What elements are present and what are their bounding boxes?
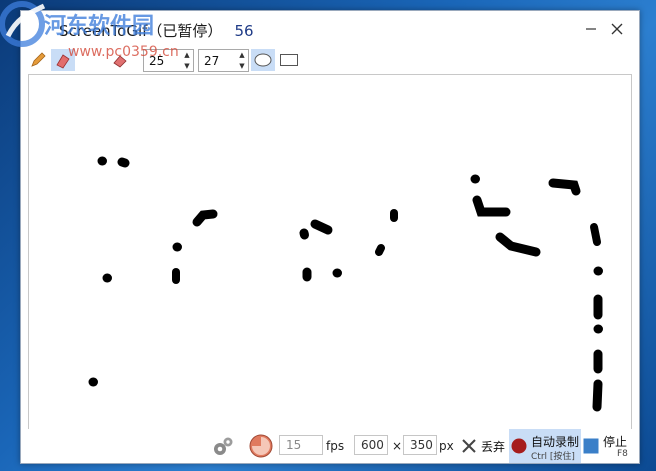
record-button[interactable]: 自动录制 Ctrl [按住] bbox=[509, 429, 581, 463]
ellipse-icon bbox=[254, 53, 272, 67]
frame-count: 56 bbox=[234, 22, 254, 40]
minimize-icon bbox=[586, 28, 596, 30]
minimize-button[interactable] bbox=[579, 17, 603, 41]
down-arrow-icon[interactable]: ▼ bbox=[184, 62, 189, 70]
times-sign: × bbox=[392, 439, 403, 453]
eraser-icon bbox=[113, 55, 127, 68]
stop-label: 停止 bbox=[603, 435, 628, 449]
drawing-toolbar: 25 ▲ ▼ 27 ▲ ▼ bbox=[21, 47, 639, 75]
down-arrow-icon[interactable]: ▼ bbox=[239, 62, 244, 70]
stop-button[interactable]: 停止 F8 bbox=[583, 429, 635, 463]
window-title: ScreenToGif（已暂停） 56 bbox=[59, 20, 254, 41]
record-dot-icon bbox=[511, 438, 527, 454]
close-button[interactable] bbox=[605, 17, 629, 41]
drawing-strokes bbox=[88, 156, 603, 412]
snap-clock-icon bbox=[249, 434, 273, 458]
settings-button[interactable] bbox=[211, 434, 235, 458]
window-title-text: ScreenToGif（已暂停） bbox=[59, 22, 223, 40]
highlighter-tool-button[interactable] bbox=[51, 49, 75, 71]
record-shortcut: Ctrl [按住] bbox=[531, 452, 575, 462]
thickness-stepper[interactable]: 25 ▲ ▼ bbox=[143, 49, 194, 72]
record-label: 自动录制 bbox=[531, 435, 580, 449]
height-arrows[interactable]: ▲ ▼ bbox=[236, 50, 248, 71]
up-arrow-icon[interactable]: ▲ bbox=[184, 51, 189, 59]
title-bar: ScreenToGif（已暂停） 56 bbox=[21, 11, 639, 47]
height-stepper[interactable]: 27 ▲ ▼ bbox=[198, 49, 249, 72]
fps-input[interactable]: 15 bbox=[279, 435, 323, 455]
status-bar: 15 fps 600 × 350 px 丢弃 自动录制 Ctrl [按住] 停止… bbox=[21, 429, 639, 463]
gear-icon bbox=[214, 437, 233, 455]
screentogif-window: ScreenToGif（已暂停） 56 25 ▲ ▼ 27 ▲ ▼ 15 fps… bbox=[20, 10, 640, 464]
snap-button[interactable] bbox=[249, 434, 273, 458]
thickness-value: 25 bbox=[149, 53, 165, 68]
fps-unit-label: fps bbox=[326, 439, 345, 453]
pen-tool-button[interactable] bbox=[27, 49, 49, 71]
drawing-canvas[interactable] bbox=[28, 74, 632, 430]
up-arrow-icon[interactable]: ▲ bbox=[239, 51, 244, 59]
highlighter-icon bbox=[56, 54, 70, 69]
rectangle-tip-button[interactable] bbox=[277, 49, 301, 71]
width-value: 600 bbox=[361, 438, 384, 452]
discard-button[interactable]: 丢弃 bbox=[457, 429, 507, 463]
width-input[interactable]: 600 bbox=[354, 435, 388, 455]
fps-value: 15 bbox=[286, 438, 302, 452]
height-input-value: 350 bbox=[410, 438, 433, 452]
discard-x-icon bbox=[462, 439, 476, 453]
stop-square-icon bbox=[583, 438, 599, 454]
discard-label: 丢弃 bbox=[481, 439, 506, 454]
height-input[interactable]: 350 bbox=[403, 435, 437, 455]
pen-icon bbox=[31, 52, 46, 67]
rectangle-icon bbox=[280, 54, 298, 66]
stop-shortcut: F8 bbox=[617, 449, 628, 459]
height-value: 27 bbox=[204, 53, 220, 68]
thickness-arrows[interactable]: ▲ ▼ bbox=[181, 50, 193, 71]
eraser-tool-button[interactable] bbox=[109, 49, 131, 71]
px-unit-label: px bbox=[439, 439, 454, 453]
close-icon bbox=[611, 23, 623, 35]
ellipse-tip-button[interactable] bbox=[251, 49, 275, 71]
